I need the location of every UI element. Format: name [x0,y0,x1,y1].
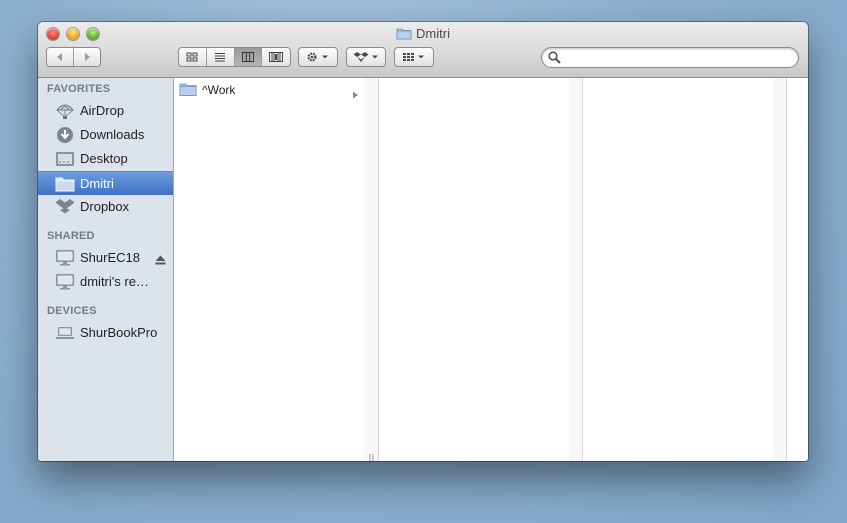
folder-icon [396,27,412,43]
column-view-icon [241,52,254,62]
back-button[interactable] [47,48,74,66]
action-menu-button[interactable] [298,47,338,67]
dropbox-icon [353,52,378,62]
sidebar-item-label: ShurEC18 [80,250,140,265]
arrange-menu-button[interactable] [394,47,434,67]
search-input[interactable] [564,50,796,67]
sidebar-item-label: dmitri's re… [80,274,149,289]
column-resize-gutter[interactable] [569,78,582,461]
view-switcher [178,47,291,67]
sidebar-header-shared: SHARED [47,230,95,242]
browser-column-empty [787,78,808,461]
dropbox-menu-button[interactable] [346,47,386,67]
forward-arrow-icon [84,53,90,61]
folder-name: ^Work [202,83,236,97]
gear-icon [307,52,328,62]
column-resize-gutter[interactable] [364,78,378,461]
titlebar[interactable]: Dmitri [38,22,808,78]
sidebar-item-label: Dmitri [80,176,114,191]
arrange-icon [403,53,424,61]
sidebar-item-dmitris-remote[interactable]: dmitri's re… [38,270,173,294]
icon-view-icon [186,52,198,62]
sidebar-header-devices: DEVICES [47,305,97,317]
laptop-icon [55,324,75,342]
column-view-button[interactable] [234,48,263,66]
home-folder-icon [55,175,75,193]
search-field[interactable] [541,47,799,68]
sidebar-item-label: AirDrop [80,103,125,118]
coverflow-view-button[interactable] [262,48,290,66]
browser-column-3[interactable] [583,78,773,461]
sidebar-item-shurbookpro[interactable]: ShurBookPro [38,321,173,345]
sidebar-item-shurec18[interactable]: ShurEC18 [38,246,173,270]
window-title-container: Dmitri [38,26,808,43]
sidebar-item-desktop[interactable]: Desktop [38,147,173,171]
column-resize-grip-icon[interactable] [369,449,374,461]
search-icon [548,51,561,64]
list-view-button[interactable] [206,48,235,66]
forward-button[interactable] [73,48,100,66]
window-title: Dmitri [416,26,450,41]
monitor-icon [55,273,75,291]
sidebar-header-favorites: FAVORITES [47,83,111,95]
sidebar-item-label: Dropbox [80,199,130,214]
sidebar-item-downloads[interactable]: Downloads [38,123,173,147]
airdrop-icon [55,102,75,120]
sidebar-item-dmitri[interactable]: Dmitri [38,171,173,195]
column-resize-gutter[interactable] [773,78,786,461]
coverflow-view-icon [269,52,284,62]
sidebar-item-airdrop[interactable]: AirDrop [38,99,173,123]
monitor-icon [55,249,75,267]
list-view-icon [215,53,226,62]
eject-icon[interactable] [155,252,166,270]
icon-view-button[interactable] [179,48,207,66]
dropbox-icon [55,198,75,216]
back-arrow-icon [56,53,62,61]
browser-column-2[interactable] [379,78,569,461]
sidebar: FAVORITES AirDrop Downloads Desktop Dmit… [38,78,174,461]
sidebar-item-label: Downloads [80,127,145,142]
desktop-icon [55,150,75,168]
sidebar-item-label: Desktop [80,151,128,166]
browser-column-1[interactable]: ^Work [174,78,364,461]
downloads-icon [55,126,75,144]
list-item[interactable]: ^Work [174,80,364,100]
folder-icon [179,82,197,102]
nav-buttons [46,47,101,67]
sidebar-item-dropbox[interactable]: Dropbox [38,195,173,219]
finder-window: Dmitri FAVORITES AirDrop Downloads Deskt… [38,22,808,461]
sidebar-item-label: ShurBookPro [80,325,158,340]
disclosure-arrow-icon [352,86,359,104]
